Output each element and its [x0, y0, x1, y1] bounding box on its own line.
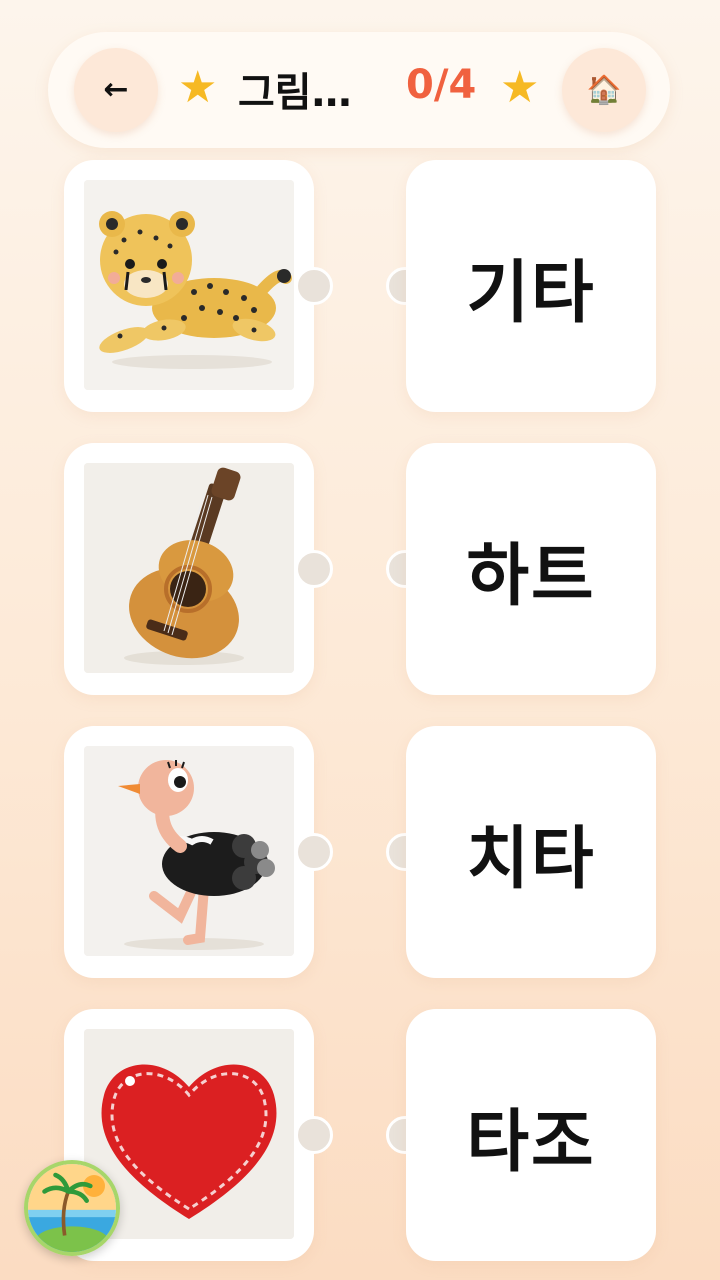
header-bar: ← ★ 그림… 0/4 ★ 🏠 [48, 32, 670, 148]
home-button[interactable]: 🏠 [562, 48, 646, 132]
cheetah-image [84, 180, 294, 390]
ostrich-image [84, 746, 294, 956]
picture-card[interactable] [64, 726, 314, 978]
house-icon: 🏠 [586, 73, 622, 106]
match-row: 하트 [0, 443, 720, 695]
word-label: 치타 [466, 819, 596, 899]
picture-card[interactable] [64, 443, 314, 695]
guitar-image [84, 463, 294, 673]
picture-connector-dot[interactable] [295, 833, 333, 871]
palm-island-icon [28, 1164, 116, 1252]
back-arrow-icon: ← [103, 72, 129, 107]
word-card[interactable]: 치타 [406, 726, 656, 978]
page-title: 그림… [238, 70, 352, 116]
word-label: 하트 [466, 536, 596, 616]
score-counter: 0/4 [406, 62, 477, 108]
match-row: 기타 [0, 160, 720, 412]
star-icon: ★ [178, 62, 218, 113]
picture-connector-dot[interactable] [295, 550, 333, 588]
star-icon: ★ [500, 62, 540, 113]
word-card[interactable]: 타조 [406, 1009, 656, 1261]
word-label: 기타 [466, 253, 596, 333]
match-row: 치타 [0, 726, 720, 978]
word-label: 타조 [466, 1102, 596, 1182]
picture-connector-dot[interactable] [295, 1116, 333, 1154]
word-card[interactable]: 하트 [406, 443, 656, 695]
picture-card[interactable] [64, 160, 314, 412]
back-button[interactable]: ← [74, 48, 158, 132]
island-logo-button[interactable] [24, 1160, 120, 1256]
picture-connector-dot[interactable] [295, 267, 333, 305]
word-card[interactable]: 기타 [406, 160, 656, 412]
